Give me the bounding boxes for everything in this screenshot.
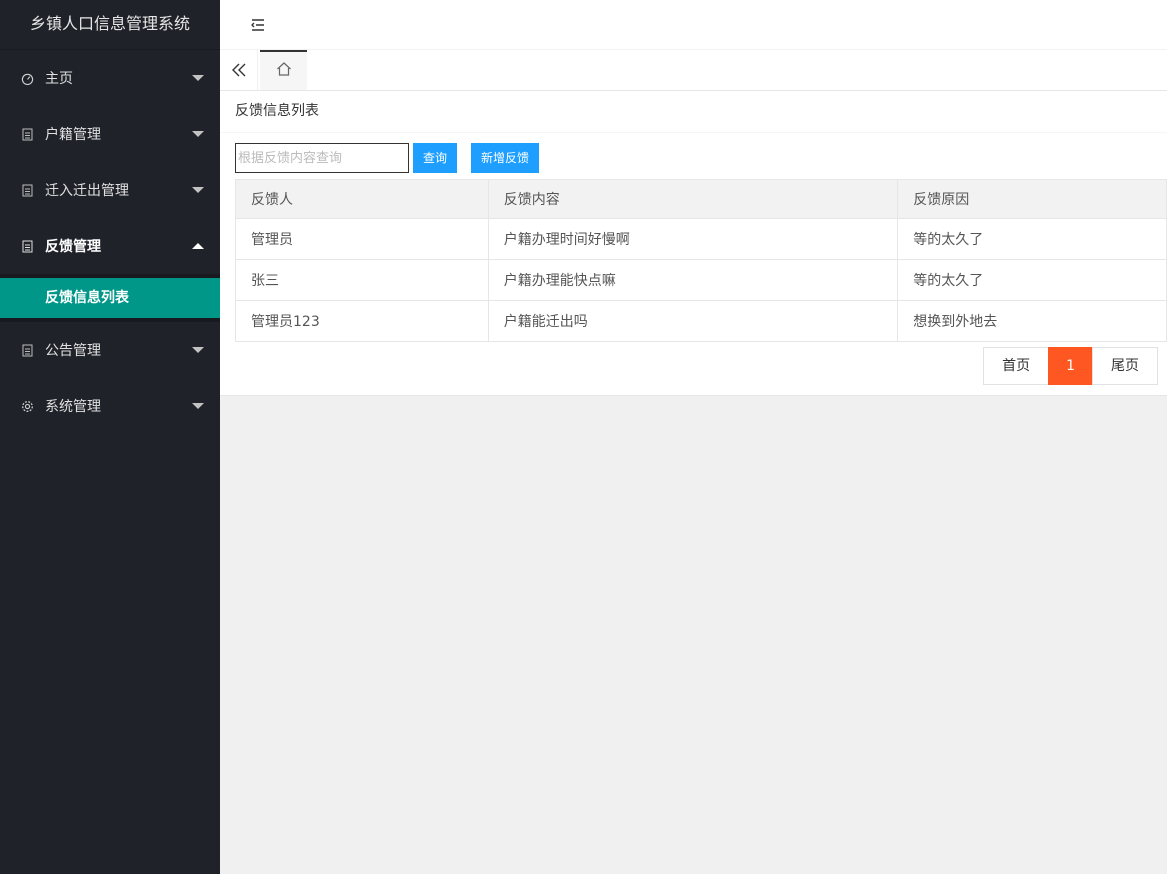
top-header — [220, 0, 1167, 50]
sidebar-item-label: 反馈管理 — [45, 239, 101, 255]
dashboard-icon — [20, 71, 34, 85]
sidebar: 乡镇人口信息管理系统 主页 户籍管理 迁入迁出管理 反馈管理 反馈信息列表 公告… — [0, 0, 220, 874]
cell-content: 户籍办理时间好慢啊 — [487, 218, 899, 260]
document-icon — [20, 183, 34, 197]
sidebar-item-migration[interactable]: 迁入迁出管理 — [0, 162, 220, 218]
current-page-button[interactable]: 1 — [1048, 347, 1093, 385]
page-title: 反馈信息列表 — [220, 91, 1167, 133]
sidebar-item-label: 公告管理 — [45, 343, 101, 359]
table-row[interactable]: 张三 户籍办理能快点嘛 等的太久了 — [235, 259, 1167, 301]
menu-fold-icon[interactable] — [250, 17, 266, 33]
home-icon — [276, 61, 292, 81]
chevron-down-icon — [192, 75, 204, 81]
cell-feedbacker: 管理员123 — [235, 300, 489, 342]
add-feedback-button[interactable]: 新增反馈 — [471, 143, 540, 173]
tab-home[interactable] — [260, 50, 307, 90]
document-icon — [20, 127, 34, 141]
sidebar-item-notice[interactable]: 公告管理 — [0, 322, 220, 378]
cell-feedbacker: 管理员 — [235, 218, 489, 260]
column-header-reason: 反馈原因 — [897, 179, 1167, 219]
app-title: 乡镇人口信息管理系统 — [0, 0, 220, 50]
sidebar-item-home[interactable]: 主页 — [0, 50, 220, 106]
last-page-button[interactable]: 尾页 — [1092, 347, 1158, 385]
feedback-list-card: 反馈信息列表 查询 新增反馈 反馈人 反馈内容 反馈原因 管理员 户籍办理时间好… — [220, 91, 1167, 396]
table-row[interactable]: 管理员 户籍办理时间好慢啊 等的太久了 — [235, 218, 1167, 260]
document-icon — [20, 343, 34, 357]
sidebar-submenu-feedback: 反馈信息列表 — [0, 274, 220, 322]
pagination: 首页 1 尾页 — [983, 347, 1158, 385]
sidebar-item-feedback[interactable]: 反馈管理 — [0, 218, 220, 274]
sidebar-item-label: 系统管理 — [45, 399, 101, 415]
table-header-row: 反馈人 反馈内容 反馈原因 — [235, 179, 1167, 219]
sidebar-item-feedback-list[interactable]: 反馈信息列表 — [0, 278, 220, 318]
double-chevron-left-icon[interactable] — [220, 50, 258, 90]
search-input[interactable] — [235, 143, 409, 173]
sidebar-item-label: 迁入迁出管理 — [45, 183, 129, 199]
column-header-feedbacker: 反馈人 — [235, 179, 489, 219]
toolbar: 查询 新增反馈 — [235, 143, 540, 173]
cell-content: 户籍办理能快点嘛 — [487, 259, 899, 301]
chevron-up-icon — [192, 243, 204, 249]
first-page-button[interactable]: 首页 — [983, 347, 1050, 385]
sidebar-item-label: 主页 — [45, 71, 73, 87]
cell-reason: 等的太久了 — [897, 218, 1167, 260]
sidebar-item-household[interactable]: 户籍管理 — [0, 106, 220, 162]
cell-content: 户籍能迁出吗 — [487, 300, 899, 342]
chevron-down-icon — [192, 131, 204, 137]
query-button[interactable]: 查询 — [413, 143, 458, 173]
chevron-down-icon — [192, 347, 204, 353]
document-icon — [20, 239, 34, 253]
chevron-down-icon — [192, 403, 204, 409]
tabs-bar — [220, 50, 1167, 91]
column-header-content: 反馈内容 — [487, 179, 899, 219]
cell-reason: 想换到外地去 — [897, 300, 1167, 342]
cell-reason: 等的太久了 — [897, 259, 1167, 301]
chevron-down-icon — [192, 187, 204, 193]
feedback-table: 反馈人 反馈内容 反馈原因 管理员 户籍办理时间好慢啊 等的太久了 张三 户籍办… — [235, 179, 1167, 342]
sidebar-item-label: 户籍管理 — [45, 127, 101, 143]
sidebar-item-system[interactable]: 系统管理 — [0, 378, 220, 434]
gear-icon — [20, 399, 34, 413]
table-row[interactable]: 管理员123 户籍能迁出吗 想换到外地去 — [235, 300, 1167, 342]
cell-feedbacker: 张三 — [235, 259, 489, 301]
